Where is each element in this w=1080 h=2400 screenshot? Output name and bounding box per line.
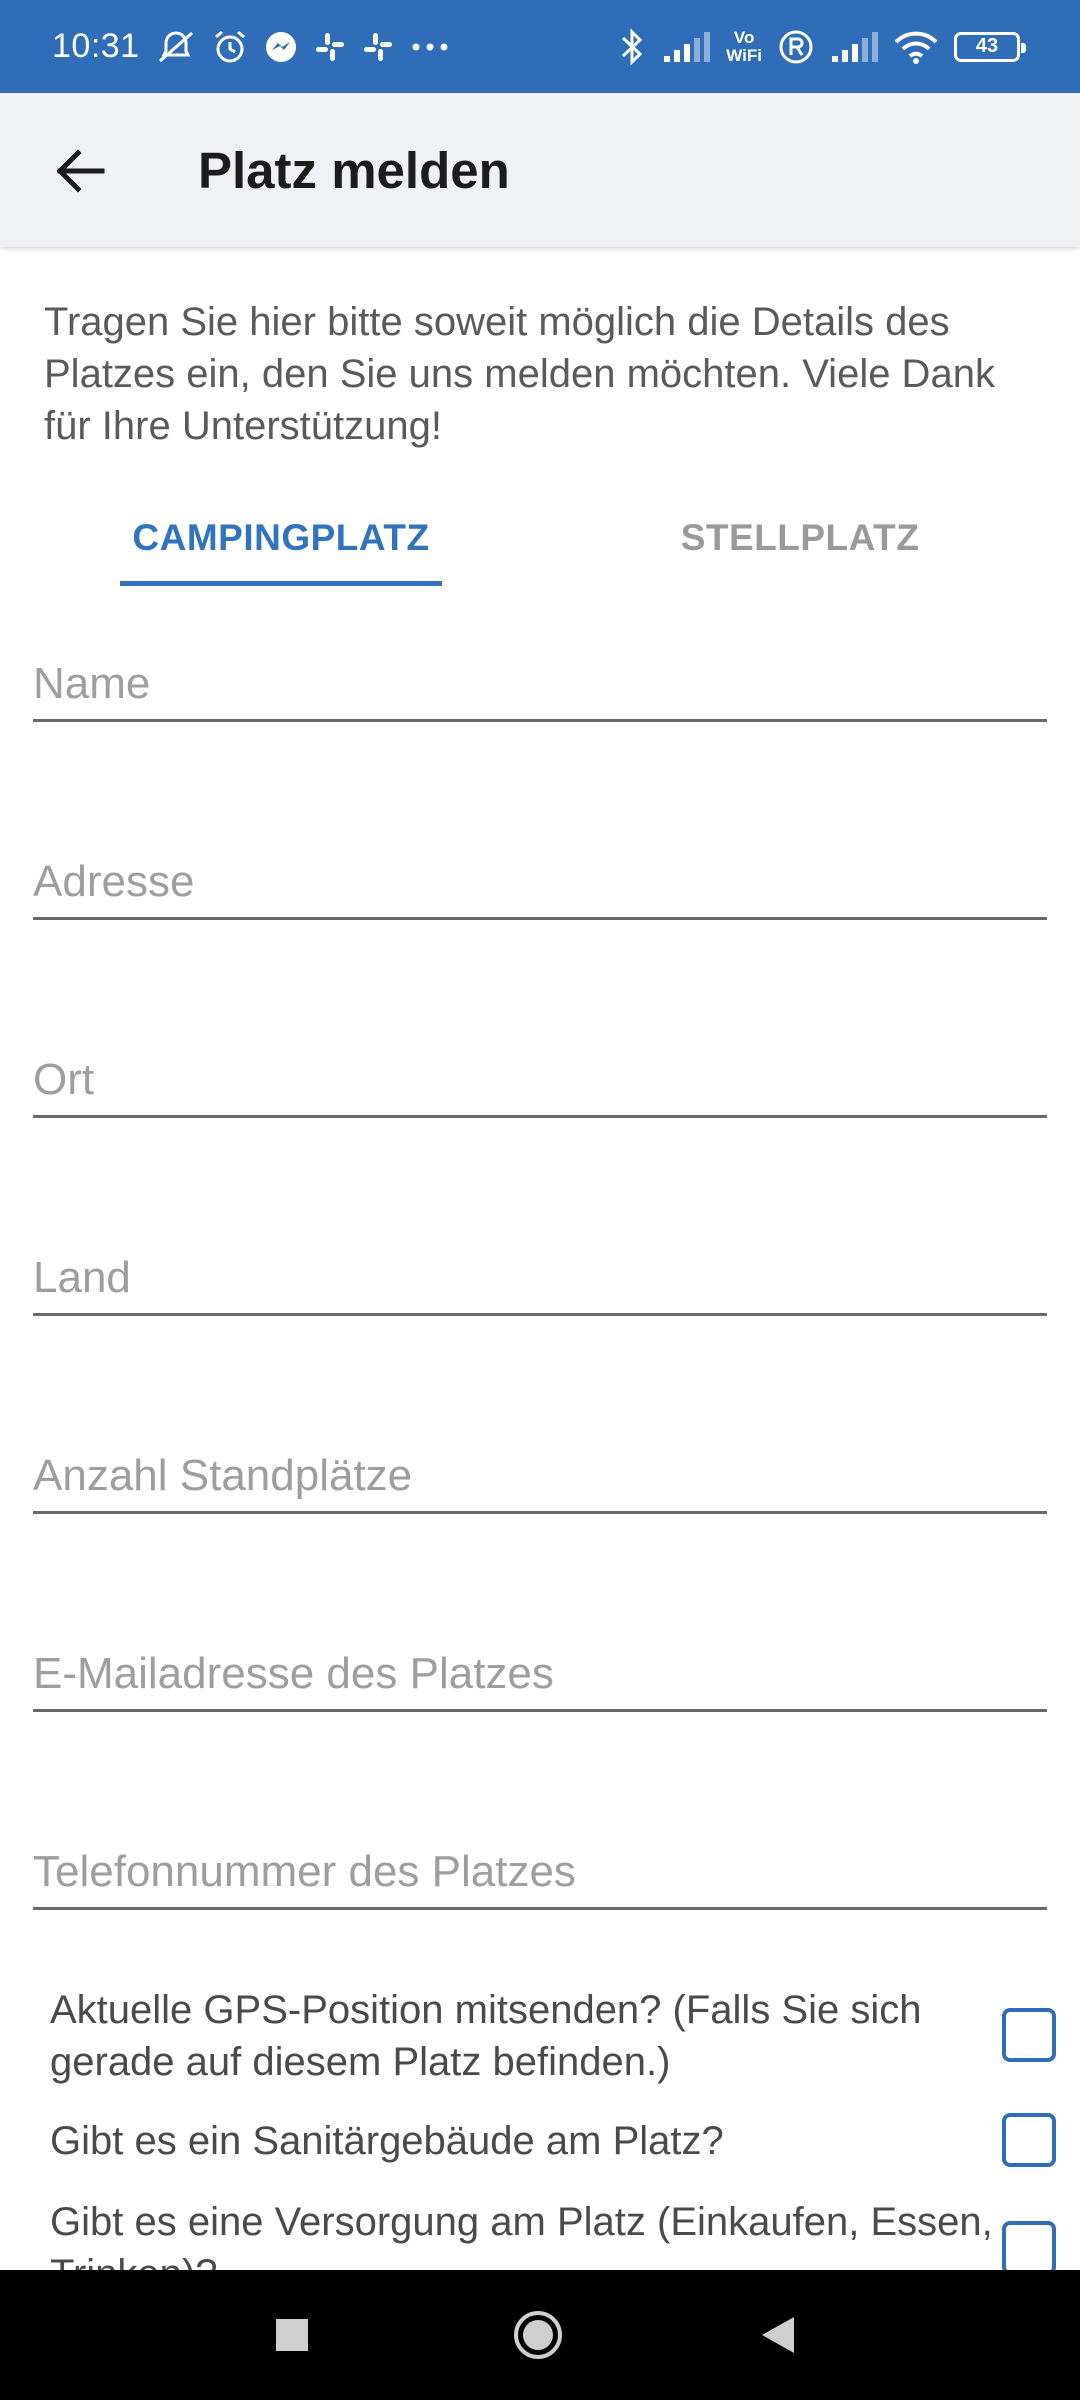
- city-input[interactable]: [33, 1038, 1047, 1115]
- circle-icon: [514, 2311, 562, 2359]
- back-nav-button[interactable]: [718, 2270, 838, 2400]
- status-time: 10:31: [52, 27, 140, 65]
- navigation-bar: [0, 2270, 1080, 2400]
- phone-field: [33, 1830, 1047, 1910]
- battery-icon: 43: [954, 31, 1026, 62]
- recents-button[interactable]: [232, 2270, 352, 2400]
- page-title: Platz melden: [198, 142, 510, 199]
- country-field: [33, 1236, 1047, 1316]
- gps-check-label: Aktuelle GPS-Position mitsenden? (Falls …: [50, 1988, 922, 2084]
- roaming-icon: [778, 29, 814, 65]
- muted-bell-icon: [156, 29, 196, 65]
- status-bar: 10:31 Vo WiFi 43: [0, 0, 1080, 93]
- address-field: [33, 840, 1047, 920]
- country-input[interactable]: [33, 1236, 1047, 1313]
- name-input[interactable]: [33, 642, 1047, 719]
- address-input[interactable]: [33, 840, 1047, 917]
- vowifi-bottom-label: WiFi: [726, 45, 762, 65]
- intro-text: Tragen Sie hier bitte soweit möglich die…: [44, 300, 995, 448]
- email-field: [33, 1632, 1047, 1712]
- gps-checkbox[interactable]: [1002, 2008, 1056, 2062]
- slack-icon: [314, 31, 346, 63]
- email-input[interactable]: [33, 1632, 1047, 1709]
- pitch-count-input[interactable]: [33, 1434, 1047, 1511]
- pitch-count-field: [33, 1434, 1047, 1514]
- status-left: 10:31: [52, 27, 450, 66]
- arrow-left-icon: [56, 149, 105, 193]
- sanitary-check-label: Gibt es ein Sanitärgebäude am Platz?: [50, 2119, 724, 2163]
- tab-campingplatz[interactable]: CAMPINGPLATZ: [120, 490, 442, 586]
- signal-icon: [662, 30, 711, 64]
- back-button[interactable]: [44, 135, 116, 207]
- gps-check-row: Aktuelle GPS-Position mitsenden? (Falls …: [50, 1984, 1060, 2088]
- sanitary-check-row: Gibt es ein Sanitärgebäude am Platz?: [50, 2113, 1060, 2167]
- home-button[interactable]: [478, 2270, 598, 2400]
- alarm-icon: [212, 29, 248, 65]
- wifi-icon: [894, 30, 938, 64]
- slack-icon: [362, 31, 394, 63]
- battery-level: 43: [975, 35, 999, 57]
- city-field: [33, 1038, 1047, 1118]
- supply-checkbox[interactable]: [1002, 2221, 1056, 2275]
- tab-bar: CAMPINGPLATZ STELLPLATZ: [0, 490, 1080, 586]
- tab-stellplatz[interactable]: STELLPLATZ: [640, 490, 960, 586]
- vowifi-top-label: Vo: [733, 27, 755, 47]
- status-right: Vo WiFi 43: [618, 27, 1026, 66]
- signal-icon: [830, 30, 878, 64]
- sanitary-checkbox[interactable]: [1002, 2113, 1056, 2167]
- name-field: [33, 642, 1047, 722]
- bluetooth-icon: [618, 27, 646, 66]
- vowifi-icon: Vo WiFi: [726, 27, 762, 65]
- messenger-icon: [264, 30, 298, 64]
- more-dots-icon: [410, 41, 450, 53]
- triangle-back-icon: [762, 2317, 794, 2353]
- square-icon: [276, 2319, 308, 2351]
- phone-input[interactable]: [33, 1830, 1047, 1907]
- app-screen: 10:31 Vo WiFi 43 Platz melden Tragen Sie…: [0, 0, 1080, 2400]
- app-bar: Platz melden: [0, 93, 1080, 247]
